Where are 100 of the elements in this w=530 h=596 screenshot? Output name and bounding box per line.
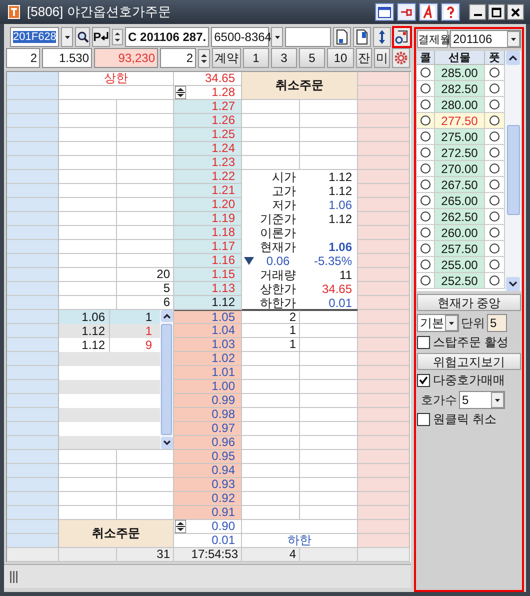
price-cell[interactable]: 1.03 <box>174 338 242 352</box>
depth-dropdown[interactable]: 5 <box>459 391 505 409</box>
price-cell[interactable]: 1.21 <box>174 184 242 198</box>
radio-button[interactable] <box>489 83 500 94</box>
radio-button[interactable] <box>489 131 500 142</box>
price-cell[interactable]: 1.12 <box>174 296 242 310</box>
radio-button[interactable] <box>489 147 500 158</box>
settlement-field[interactable]: 201106 <box>450 30 521 48</box>
price-cell[interactable]: 1.16 <box>174 254 242 268</box>
strike-cell[interactable]: 260.00 <box>435 225 485 241</box>
price-cell[interactable]: 1.01 <box>174 366 242 380</box>
strike-cell[interactable]: 270.00 <box>435 161 485 177</box>
radio-button[interactable] <box>489 259 500 270</box>
unit-field[interactable]: 5 <box>487 314 507 332</box>
price-cell[interactable]: 0.91 <box>174 506 242 520</box>
scroll-thumb[interactable] <box>161 324 172 435</box>
price-cell[interactable]: 0.99 <box>174 394 242 408</box>
dropdown-button[interactable] <box>61 27 74 47</box>
radio-button[interactable] <box>420 243 431 254</box>
spin-button[interactable] <box>198 48 210 68</box>
radio-button[interactable] <box>420 67 431 78</box>
radio-button[interactable] <box>420 147 431 158</box>
price-cell[interactable]: 0.90 <box>174 520 242 534</box>
help-button[interactable] <box>441 3 460 21</box>
radio-button[interactable] <box>420 259 431 270</box>
pin-button[interactable] <box>397 3 416 21</box>
maximize-button[interactable] <box>488 4 505 20</box>
toolbar-button[interactable]: 10 <box>327 48 354 68</box>
strike-cell[interactable]: 272.50 <box>435 145 485 161</box>
radio-button[interactable] <box>420 179 431 190</box>
trade-quantity-cell[interactable]: 9 <box>110 338 154 352</box>
price-cell[interactable]: 1.25 <box>174 128 242 142</box>
price-cell[interactable]: 1.05 <box>174 310 242 324</box>
price-cell[interactable]: 1.04 <box>174 324 242 338</box>
price-cell[interactable]: 1.17 <box>174 240 242 254</box>
price-cell[interactable]: 1.19 <box>174 212 242 226</box>
strike-cell[interactable]: 252.50 <box>435 273 485 289</box>
radio-button[interactable] <box>420 163 431 174</box>
input-field[interactable] <box>285 27 331 47</box>
toolbar-button[interactable]: 5 <box>299 48 325 68</box>
spin-button[interactable] <box>175 520 186 533</box>
code-field[interactable]: 201F628 <box>10 27 60 47</box>
radio-button[interactable] <box>420 275 431 286</box>
price-cell[interactable]: 1.18 <box>174 226 242 240</box>
trade-price-cell[interactable]: 1.12 <box>59 338 110 352</box>
radio-button[interactable] <box>420 211 431 222</box>
price-cell[interactable]: 0.92 <box>174 492 242 506</box>
risk-notice-button[interactable]: 위험고지보기 <box>417 353 521 370</box>
toolbar-button[interactable]: 잔 <box>356 48 372 68</box>
mode-dropdown[interactable]: 기본 <box>417 314 459 332</box>
price-cell[interactable]: 1.23 <box>174 156 242 170</box>
scroll-thumb[interactable] <box>506 125 520 215</box>
cancel-order-button[interactable]: 취소주문 <box>59 520 174 548</box>
checkbox[interactable] <box>417 413 430 426</box>
dropdown-button[interactable] <box>507 31 520 47</box>
radio-button[interactable] <box>420 131 431 142</box>
document-button[interactable] <box>333 27 351 47</box>
strike-cell[interactable]: 257.50 <box>435 241 485 257</box>
dropdown-button[interactable] <box>271 27 284 47</box>
option-field[interactable]: C 201106 287. <box>125 27 210 47</box>
price-cell[interactable]: 1.27 <box>174 100 242 114</box>
radio-button[interactable] <box>489 67 500 78</box>
scrollbar[interactable] <box>160 310 173 449</box>
close-button[interactable] <box>507 4 524 20</box>
scrollbar[interactable] <box>505 51 521 291</box>
strike-cell[interactable]: 265.00 <box>435 193 485 209</box>
settings-button[interactable] <box>392 48 410 68</box>
strike-cell[interactable]: 277.50 <box>435 113 485 129</box>
radio-button[interactable] <box>420 99 431 110</box>
cancel-order-button[interactable]: 취소주문 <box>242 72 358 100</box>
radio-button[interactable] <box>489 227 500 238</box>
radio-button[interactable] <box>489 163 500 174</box>
radio-button[interactable] <box>420 227 431 238</box>
price-cell[interactable]: 0.98 <box>174 408 242 422</box>
strike-cell[interactable]: 262.50 <box>435 209 485 225</box>
price-cell[interactable]: 1.26 <box>174 114 242 128</box>
price-cell[interactable]: 0.95 <box>174 450 242 464</box>
search-button[interactable] <box>75 27 90 47</box>
up-down-arrow-button[interactable] <box>373 27 391 47</box>
radio-button[interactable] <box>420 115 431 126</box>
toolbar-button[interactable]: 1 <box>243 48 269 68</box>
radio-button[interactable] <box>489 115 500 126</box>
price-cell[interactable]: 1.13 <box>174 282 242 296</box>
strike-cell[interactable]: 280.00 <box>435 97 485 113</box>
price-cell[interactable]: 0.93 <box>174 478 242 492</box>
price-cell[interactable]: 1.00 <box>174 380 242 394</box>
quantity-field[interactable]: 2 <box>6 48 40 68</box>
price-cell[interactable]: 1.28 <box>174 86 242 100</box>
price-cell[interactable]: 1.15 <box>174 268 242 282</box>
radio-button[interactable] <box>489 99 500 110</box>
price-cell[interactable]: 0.94 <box>174 464 242 478</box>
toolbar-button[interactable]: 3 <box>271 48 297 68</box>
strike-cell[interactable]: 267.50 <box>435 177 485 193</box>
account-field[interactable]: 6500-8364 <box>211 27 270 47</box>
checkbox[interactable] <box>417 336 430 349</box>
strike-cell[interactable]: 282.50 <box>435 81 485 97</box>
multiplier-field[interactable]: 1.530 <box>42 48 92 68</box>
price-cell[interactable]: 0.96 <box>174 436 242 450</box>
radio-button[interactable] <box>489 243 500 254</box>
price-cell[interactable]: 1.20 <box>174 198 242 212</box>
